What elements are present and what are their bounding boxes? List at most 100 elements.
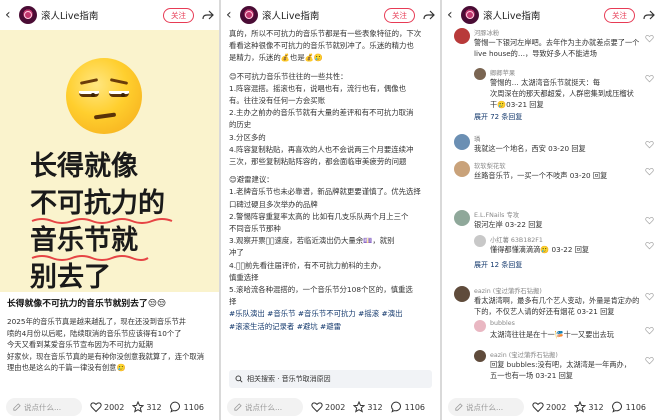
body-line: 1.老牌音乐节也未必靠谱，新品牌就更要谨慎了。优先选择 [229,187,421,197]
favorite-button[interactable]: 312 [132,401,162,413]
unamused-face-icon [66,58,142,134]
comment-count: 1106 [404,402,425,412]
expand-replies-label[interactable]: 展开 12 条回复 [474,260,522,270]
commenter-avatar[interactable] [454,210,470,226]
favorite-button[interactable]: 312 [574,401,604,413]
heart-icon [644,293,654,301]
hashtag-link[interactable]: #摇滚 [358,309,379,318]
body-line: 😊不可抗力音乐节往往的一些共性： [229,71,348,81]
back-arrow-icon[interactable]: ‹ [226,7,238,23]
comment-like-button[interactable] [644,356,654,365]
caption-line: 理由也是这么的千篇一律没有创意🥲 [7,363,126,372]
body-line: 5.滚哈流各种混搭的，一个音乐节分108个区的，慎重选 [229,285,413,295]
commenter-avatar[interactable] [474,68,486,80]
comment-text: 下的，不仅艺人请的好还有烟花 03-21 回复 [474,307,615,316]
comment-like-button[interactable] [644,34,654,43]
comment-input[interactable]: 说点什么... [227,398,303,416]
caption-line: 今天又看到某爱音乐节宣布因为不可抗力延期 [7,340,153,349]
post-cover-panel: ‹ 滚人Live指南 关注 长得就像 不可抗力的 音乐节就 别去了 长得就像不可… [0,0,219,420]
comment-like-button[interactable] [644,167,654,176]
expand-replies-label[interactable]: 展开 72 条回复 [474,112,522,122]
favorite-count: 312 [146,402,162,412]
comment-like-button[interactable] [644,74,654,83]
cover-line-3: 音乐节就 [30,222,165,261]
like-button[interactable]: 2002 [90,401,124,413]
comment-text: 次周深在的那天都超爱，人群密集到成压榴状 [490,89,634,98]
comments-panel: ‹ 滚人Live指南 关注 河豚冰粉 警惕一下银河左岸吧。去年作为主办就差点要了一… [442,0,660,420]
back-arrow-icon[interactable]: ‹ [5,7,17,23]
body-line: 慎重选择 [229,272,259,282]
follow-button[interactable]: 关注 [604,7,635,23]
commenter-name[interactable]: eazin (宝过蒲乔石钻搬) [490,350,558,359]
commenter-avatar[interactable] [474,320,486,332]
like-count: 2002 [104,402,125,412]
commenter-avatar[interactable] [474,235,486,247]
comment-input[interactable]: 说点什么... [6,398,82,416]
body-line: 的历史 [229,120,252,130]
hashtag-link[interactable]: #乐队演出 [229,309,265,318]
commenter-name[interactable]: 小红薯 63B182F1 [490,235,543,244]
follow-button[interactable]: 关注 [384,7,415,23]
commenter-name[interactable]: eazin (宝过蒲乔石钻搬) [474,286,542,295]
body-line: 择 [229,297,237,307]
author-avatar[interactable] [19,6,37,24]
comment-text: 回复 bubbles:没有吧，太湖湾是一年两办， [490,360,631,369]
comment-like-button[interactable] [644,140,654,149]
comment-button[interactable]: 1106 [390,401,425,413]
hashtag-link[interactable]: #音乐节 [267,309,295,318]
comment-like-button[interactable] [644,216,654,225]
cover-image[interactable]: 长得就像 不可抗力的 音乐节就 别去了 [0,30,219,293]
comment-like-button[interactable] [644,241,654,250]
commenter-avatar[interactable] [454,161,470,177]
author-name[interactable]: 滚人Live指南 [41,8,163,22]
comment-button[interactable]: 1106 [169,401,204,413]
share-icon[interactable] [423,9,435,21]
commenter-name[interactable]: 河豚冰粉 [474,28,499,37]
commenter-name[interactable]: bubbles [490,320,515,327]
body-line: 1.阵容混搭。摇滚也有，说唱也有，流行也有，偶像也 [229,83,407,93]
heart-icon [532,402,544,413]
comment-text: 干🥲03-21 回复 [490,100,544,109]
commenter-avatar[interactable] [454,286,470,302]
share-icon[interactable] [643,9,655,21]
comment-button[interactable]: 1106 [611,401,646,413]
body-line: 2.主办之前办的音乐节就有大量的差评和有不可抗力取消 [229,108,414,118]
commenter-name[interactable]: E.L.FNails 专攻 [474,210,519,219]
action-bar: 说点什么... 2002 312 1106 [442,394,660,420]
commenter-avatar[interactable] [454,134,470,150]
commenter-name[interactable]: 软软梨花软 [474,161,505,170]
back-arrow-icon[interactable]: ‹ [447,7,459,23]
commenter-avatar[interactable] [474,350,486,362]
cover-headline: 长得就像 不可抗力的 音乐节就 别去了 [30,148,173,296]
author-avatar[interactable] [240,6,258,24]
comment-like-button[interactable] [644,326,654,335]
related-search-bar[interactable]: 相关搜索 · 音乐节取消原因 [229,370,432,388]
caption-line: 好家伙，现在音乐节真的是有种你没创意我就算了，连个取消 [7,351,205,361]
comment-like-button[interactable] [644,292,654,301]
hashtag-link[interactable]: #避坑 [297,322,318,331]
author-name[interactable]: 滚人Live指南 [262,8,384,22]
commenter-name[interactable]: 卿卿苹果 [490,68,515,77]
author-avatar[interactable] [461,6,479,24]
hashtag-link[interactable]: #音乐节不可抗力 [298,309,356,318]
like-button[interactable]: 2002 [311,401,345,413]
author-name[interactable]: 滚人Live指南 [483,8,604,22]
comment-input[interactable]: 说点什么... [448,398,524,416]
hashtag-link[interactable]: #滚滚生活的记录者 [229,322,294,331]
body-line: 三次，那些复制粘贴阵容的，都会面临审美疲劳的问题 [229,157,407,167]
commenter-avatar[interactable] [454,28,470,44]
star-icon [574,401,587,413]
follow-button[interactable]: 关注 [163,7,194,23]
favorite-count: 312 [588,402,604,412]
hashtag-link[interactable]: #演出 [382,309,403,318]
heart-icon [644,141,654,149]
favorite-button[interactable]: 312 [353,401,383,413]
commenter-name[interactable]: 璘 [474,134,480,143]
hashtag-link[interactable]: #避雷 [320,322,341,331]
share-icon[interactable] [202,9,214,21]
heart-icon [90,402,102,413]
like-button[interactable]: 2002 [532,401,566,413]
comment-count: 1106 [183,402,204,412]
body-line: 口碑过硬且多次举办的品牌 [229,199,318,209]
post-body: 真的，所以不可抗力的音乐节都是有一些表象特征的，下次 看看这种很像不可抗力的音乐节… [229,28,434,333]
